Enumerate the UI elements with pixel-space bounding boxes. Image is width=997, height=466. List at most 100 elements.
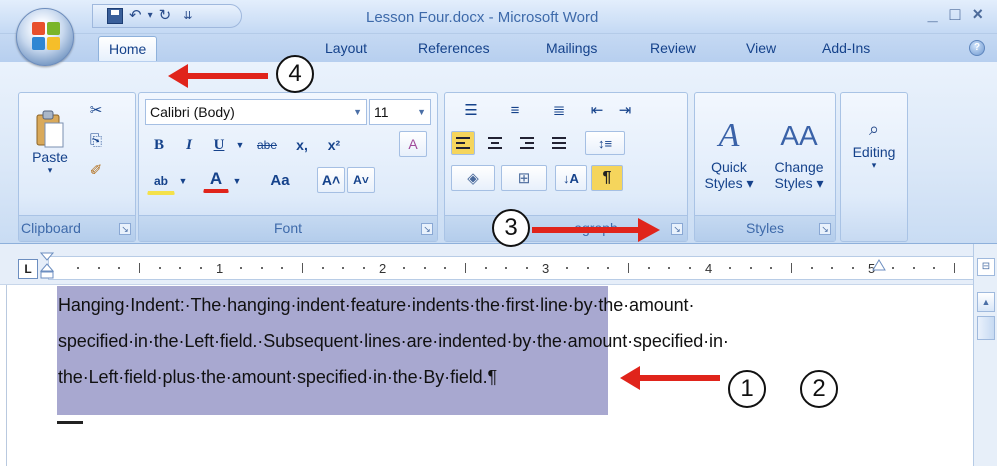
styles-launcher-icon[interactable]: ↘	[819, 223, 831, 235]
quick-styles-icon: A	[718, 116, 740, 154]
quick-access-toolbar: ↶ ▾ ↻ ⇊	[92, 4, 242, 28]
font-color-button[interactable]: A	[203, 167, 229, 193]
undo-dropdown-icon[interactable]: ▾	[148, 8, 153, 24]
editing-label: Editing	[852, 143, 896, 160]
multilevel-list-button[interactable]: ≣	[539, 97, 579, 123]
hanging-indent-marker-icon[interactable]	[40, 252, 54, 280]
tab-home[interactable]: Home	[98, 36, 158, 61]
paragraph-launcher-icon[interactable]: ↘	[671, 223, 683, 235]
tab-review[interactable]: Review	[650, 40, 696, 56]
horizontal-ruler[interactable]: L 12345	[0, 244, 997, 284]
editing-button[interactable]: ⌕ Editing ▾	[843, 97, 905, 187]
paste-icon	[36, 110, 64, 147]
quick-styles-button[interactable]: A Quick Styles ▾	[697, 97, 761, 207]
increase-indent-button[interactable]: ⇥	[613, 97, 637, 123]
superscript-button[interactable]: x²	[321, 133, 347, 157]
strikethrough-button[interactable]: abe	[251, 133, 283, 157]
numbering-button[interactable]: ≡	[495, 97, 535, 123]
undo-icon[interactable]: ↶	[129, 8, 142, 24]
clipboard-group-label: Clipboard	[19, 215, 135, 241]
clear-formatting-button[interactable]: A	[399, 131, 427, 157]
show-hide-marks-button[interactable]: ¶	[591, 165, 623, 191]
help-icon[interactable]: ?	[969, 40, 985, 56]
ruler-dot	[749, 267, 752, 269]
align-right-button[interactable]	[515, 131, 539, 155]
align-left-button[interactable]	[451, 131, 475, 155]
document-line-3[interactable]: the·Left·field·plus·the·amount·specified…	[58, 367, 497, 388]
right-indent-marker-icon[interactable]	[872, 256, 886, 280]
close-icon[interactable]: ×	[972, 4, 983, 25]
bold-button[interactable]: B	[149, 133, 169, 157]
ruler-dot	[77, 267, 80, 269]
ruler-strip[interactable]: 12345	[48, 256, 976, 280]
tab-selector-button[interactable]: L	[18, 259, 38, 279]
tab-references[interactable]: References	[418, 40, 490, 56]
bullets-button[interactable]: ☰	[451, 97, 491, 123]
ruler-dot	[199, 267, 202, 269]
underline-dropdown-icon[interactable]: ▼	[233, 133, 247, 157]
shrink-font-button[interactable]: A˅	[347, 167, 375, 193]
font-size-combo[interactable]: 11 ▼	[369, 99, 431, 125]
callout-3: 4	[276, 55, 314, 93]
ruler-dot	[586, 267, 589, 269]
highlight-button[interactable]: ab	[147, 169, 175, 195]
document-line-2[interactable]: specified·in·the·Left·field.·Subsequent·…	[58, 331, 729, 352]
clipboard-launcher-icon[interactable]: ↘	[119, 223, 131, 235]
shading-button[interactable]: ◈	[451, 165, 495, 191]
redo-icon[interactable]: ↻	[159, 8, 172, 24]
office-button[interactable]	[16, 8, 74, 66]
copy-icon[interactable]: ⎘	[85, 129, 107, 151]
ruler-dot	[810, 267, 813, 269]
title-bar: ↶ ▾ ↻ ⇊ Lesson Four.docx - Microsoft Wor…	[0, 0, 997, 34]
vertical-scrollbar[interactable]: ⊟ ▲	[973, 244, 997, 466]
underline-button[interactable]: U	[209, 133, 229, 157]
change-case-button[interactable]: Aa	[257, 167, 303, 193]
callout-arrow-3	[168, 64, 268, 88]
align-left-icon	[456, 137, 470, 149]
italic-button[interactable]: I	[179, 133, 199, 157]
ruler-dot	[158, 267, 161, 269]
grow-font-button[interactable]: A˄	[317, 167, 345, 193]
customize-icon[interactable]: ⇊	[183, 8, 192, 24]
tab-add-ins[interactable]: Add-Ins	[822, 40, 870, 56]
font-name-dropdown-icon[interactable]: ▼	[353, 100, 362, 124]
font-launcher-icon[interactable]: ↘	[421, 223, 433, 235]
format-painter-icon[interactable]: ✐	[85, 159, 107, 181]
font-group: Calibri (Body) ▼ 11 ▼ B I U ▼ abe x, x² A …	[138, 92, 438, 242]
align-center-icon	[488, 137, 502, 149]
scroll-thumb[interactable]	[977, 316, 995, 340]
tab-mailings[interactable]: Mailings	[546, 40, 597, 56]
paste-button[interactable]: Paste ▾	[23, 97, 77, 187]
window-title: Lesson Four.docx - Microsoft Word	[366, 9, 599, 26]
tab-view[interactable]: View	[746, 40, 776, 56]
highlight-dropdown-icon[interactable]: ▼	[177, 169, 189, 193]
scroll-up-button[interactable]: ▲	[977, 292, 995, 312]
borders-button[interactable]: ⊞	[501, 165, 547, 191]
sort-button[interactable]: ↓A	[555, 165, 587, 191]
ruler-dot	[484, 267, 487, 269]
minimize-icon[interactable]: _	[928, 4, 938, 25]
save-icon[interactable]	[107, 8, 123, 24]
ruler-dot	[566, 267, 569, 269]
ruler-dot	[423, 267, 426, 269]
editing-dropdown-icon[interactable]: ▾	[872, 160, 877, 171]
ruler-dot	[321, 267, 324, 269]
font-color-dropdown-icon[interactable]: ▼	[231, 169, 243, 193]
font-name-combo[interactable]: Calibri (Body) ▼	[145, 99, 367, 125]
tab-page-layout[interactable]: Layout	[325, 40, 367, 56]
decrease-indent-button[interactable]: ⇤	[585, 97, 609, 123]
subscript-button[interactable]: x,	[289, 133, 315, 157]
view-ruler-toggle[interactable]: ⊟	[977, 258, 995, 276]
font-size-dropdown-icon[interactable]: ▼	[417, 100, 426, 124]
align-center-button[interactable]	[483, 131, 507, 155]
justify-button[interactable]	[547, 131, 571, 155]
line-spacing-button[interactable]: ↕≡	[585, 131, 625, 155]
paste-dropdown-icon[interactable]: ▾	[48, 165, 53, 176]
ruler-dot	[688, 267, 691, 269]
change-styles-button[interactable]: AA Change Styles ▾	[765, 97, 833, 207]
maximize-icon[interactable]: □	[950, 4, 961, 25]
ruler-dot	[912, 267, 915, 269]
document-line-1[interactable]: Hanging·Indent:·The·hanging·indent·featu…	[58, 295, 694, 316]
cut-icon[interactable]: ✂	[85, 99, 107, 121]
document-area[interactable]: Hanging·Indent:·The·hanging·indent·featu…	[0, 284, 997, 466]
